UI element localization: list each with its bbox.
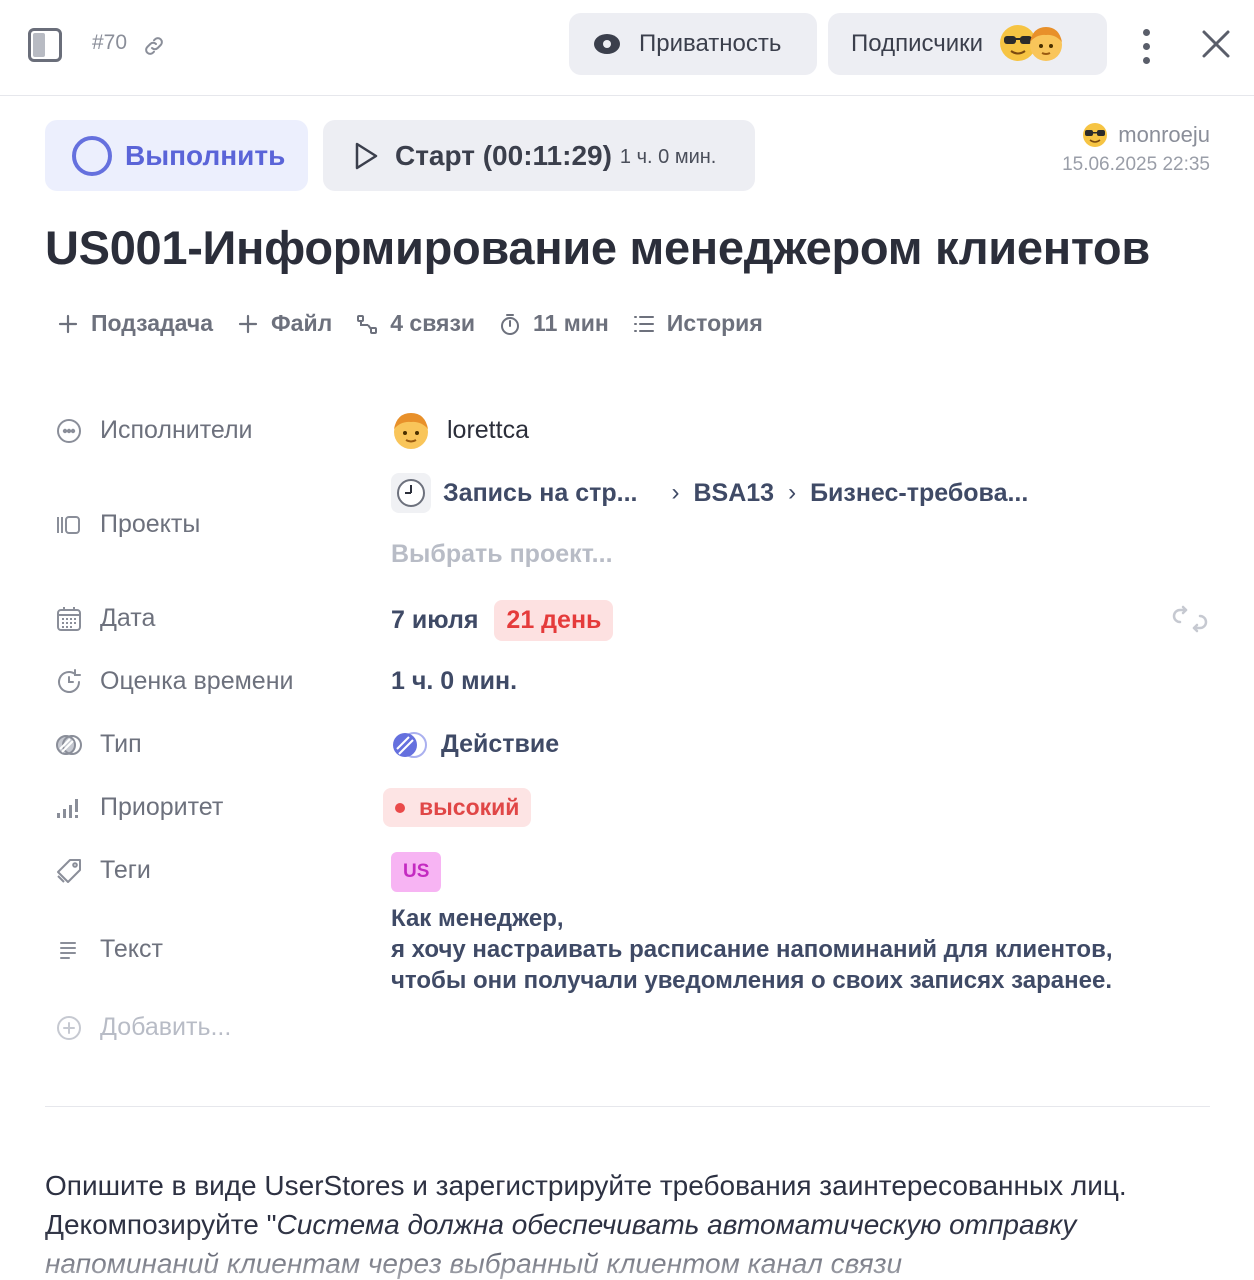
author-avatar — [1083, 123, 1108, 147]
type-label: Действие — [441, 730, 560, 758]
chevron-right-icon: › — [671, 479, 680, 506]
stopwatch-icon — [501, 313, 520, 335]
text-line: чтобы они получали уведомления о своих з… — [391, 967, 1112, 994]
due-date[interactable]: 7 июля 21 день — [391, 600, 614, 641]
text-field-label: Текст — [55, 935, 163, 964]
assignee-chip[interactable]: lorettca — [391, 410, 529, 450]
assignee-icon — [57, 418, 81, 443]
estimate-value[interactable]: 1 ч. 0 мин. — [391, 667, 517, 696]
add-subtask-label: Подзадача — [91, 310, 214, 336]
top-bar: #70 Приватность Подписчики — [0, 0, 1254, 96]
links-button[interactable]: 4 связи — [356, 310, 475, 337]
more-vertical-icon[interactable] — [1131, 26, 1161, 64]
task-id: #70 — [92, 31, 128, 54]
priority-badge[interactable]: высокий — [383, 788, 532, 827]
task-toolbar: Подзадача Файл 4 связи 11 мин История — [57, 310, 787, 337]
divider — [45, 1106, 1210, 1107]
project-crumb[interactable]: Запись на стр... — [443, 479, 637, 508]
start-label: Старт (00:11:29) — [395, 139, 612, 171]
project-crumb[interactable]: Бизнес-требова... — [810, 479, 1028, 508]
play-icon — [355, 142, 378, 169]
history-button[interactable]: История — [633, 310, 763, 337]
projects-field-label: Проекты — [55, 510, 200, 539]
task-title[interactable]: US001-Информирование менеджером клиентов — [45, 220, 1150, 275]
plus-icon — [58, 314, 78, 333]
type-field-label: Тип — [55, 730, 142, 759]
avatar — [394, 413, 428, 449]
list-icon — [633, 315, 654, 332]
plus-icon — [238, 314, 258, 333]
priority-value: высокий — [419, 794, 520, 820]
subscribers-button[interactable]: Подписчики — [828, 13, 1107, 75]
history-label: История — [666, 310, 763, 336]
clock-icon — [391, 473, 431, 513]
tag-chip[interactable]: US — [391, 852, 442, 892]
repeat-icon[interactable] — [1172, 604, 1208, 634]
tag-icon — [57, 858, 81, 883]
text-field-value[interactable]: Как менеджер, я хочу настраивать расписа… — [391, 903, 1113, 996]
signal-bars-icon — [57, 798, 78, 818]
start-timer-button[interactable]: Старт (00:11:29) 1 ч. 0 мин. — [323, 120, 755, 191]
eye-icon — [594, 34, 620, 54]
type-icon — [56, 734, 82, 755]
date-field-label: Дата — [55, 604, 155, 633]
estimate-field-label: Оценка времени — [55, 667, 293, 696]
calendar-icon — [57, 606, 81, 631]
created-date: 15.06.2025 22:35 — [1062, 154, 1210, 175]
due-date-value: 7 июля — [391, 606, 479, 634]
bottom-fade — [0, 1230, 1254, 1280]
author-name[interactable]: monroeju — [1118, 122, 1210, 148]
tags-field-label: Теги — [55, 856, 151, 885]
select-project-input[interactable]: Выбрать проект... — [391, 540, 613, 569]
assignee-name: lorettca — [447, 415, 529, 444]
priority-dot — [395, 802, 405, 813]
project-breadcrumb[interactable]: Запись на стр... › BSA13 › Бизнес-требов… — [391, 473, 1028, 513]
add-file-button[interactable]: Файл — [237, 310, 332, 337]
text-line: я хочу настраивать расписание напоминани… — [391, 936, 1113, 963]
project-crumb[interactable]: BSA13 — [693, 479, 774, 508]
start-estimate: 1 ч. 0 мин. — [619, 146, 717, 168]
complete-label: Выполнить — [125, 139, 286, 171]
links-icon — [357, 314, 378, 334]
type-value[interactable]: Действие — [391, 730, 559, 759]
add-subtask-button[interactable]: Подзадача — [57, 310, 213, 337]
text-line: Как менеджер, — [391, 905, 564, 932]
projects-icon — [57, 515, 80, 534]
add-file-label: Файл — [271, 310, 333, 336]
overdue-badge: 21 день — [494, 600, 614, 641]
avatar-person — [1030, 27, 1063, 61]
assignees-field-label: Исполнители — [55, 416, 253, 445]
time-tracked-button[interactable]: 11 мин — [499, 310, 609, 337]
plus-circle-icon — [57, 1015, 81, 1040]
circle-icon — [72, 135, 112, 176]
time-tracked-label: 11 мин — [533, 310, 609, 336]
privacy-button[interactable]: Приватность — [569, 13, 817, 75]
subscribers-label: Подписчики — [851, 30, 984, 57]
chevron-right-icon: › — [788, 479, 797, 506]
refresh-clock-icon — [58, 668, 81, 693]
text-lines-icon — [60, 941, 76, 959]
add-field-button[interactable]: Добавить... — [55, 1013, 231, 1042]
close-icon[interactable] — [1199, 27, 1233, 61]
priority-field-label: Приоритет — [55, 793, 223, 822]
tag-list: US — [391, 852, 442, 892]
author-info: monroeju 15.06.2025 22:35 — [1062, 122, 1210, 176]
action-type-icon — [393, 731, 427, 758]
link-icon[interactable] — [142, 34, 166, 58]
subscribers-avatars — [999, 24, 1069, 64]
links-label: 4 связи — [390, 310, 476, 336]
panel-toggle-icon[interactable] — [28, 28, 62, 62]
privacy-label: Приватность — [639, 30, 782, 57]
complete-button[interactable]: Выполнить — [45, 120, 308, 191]
